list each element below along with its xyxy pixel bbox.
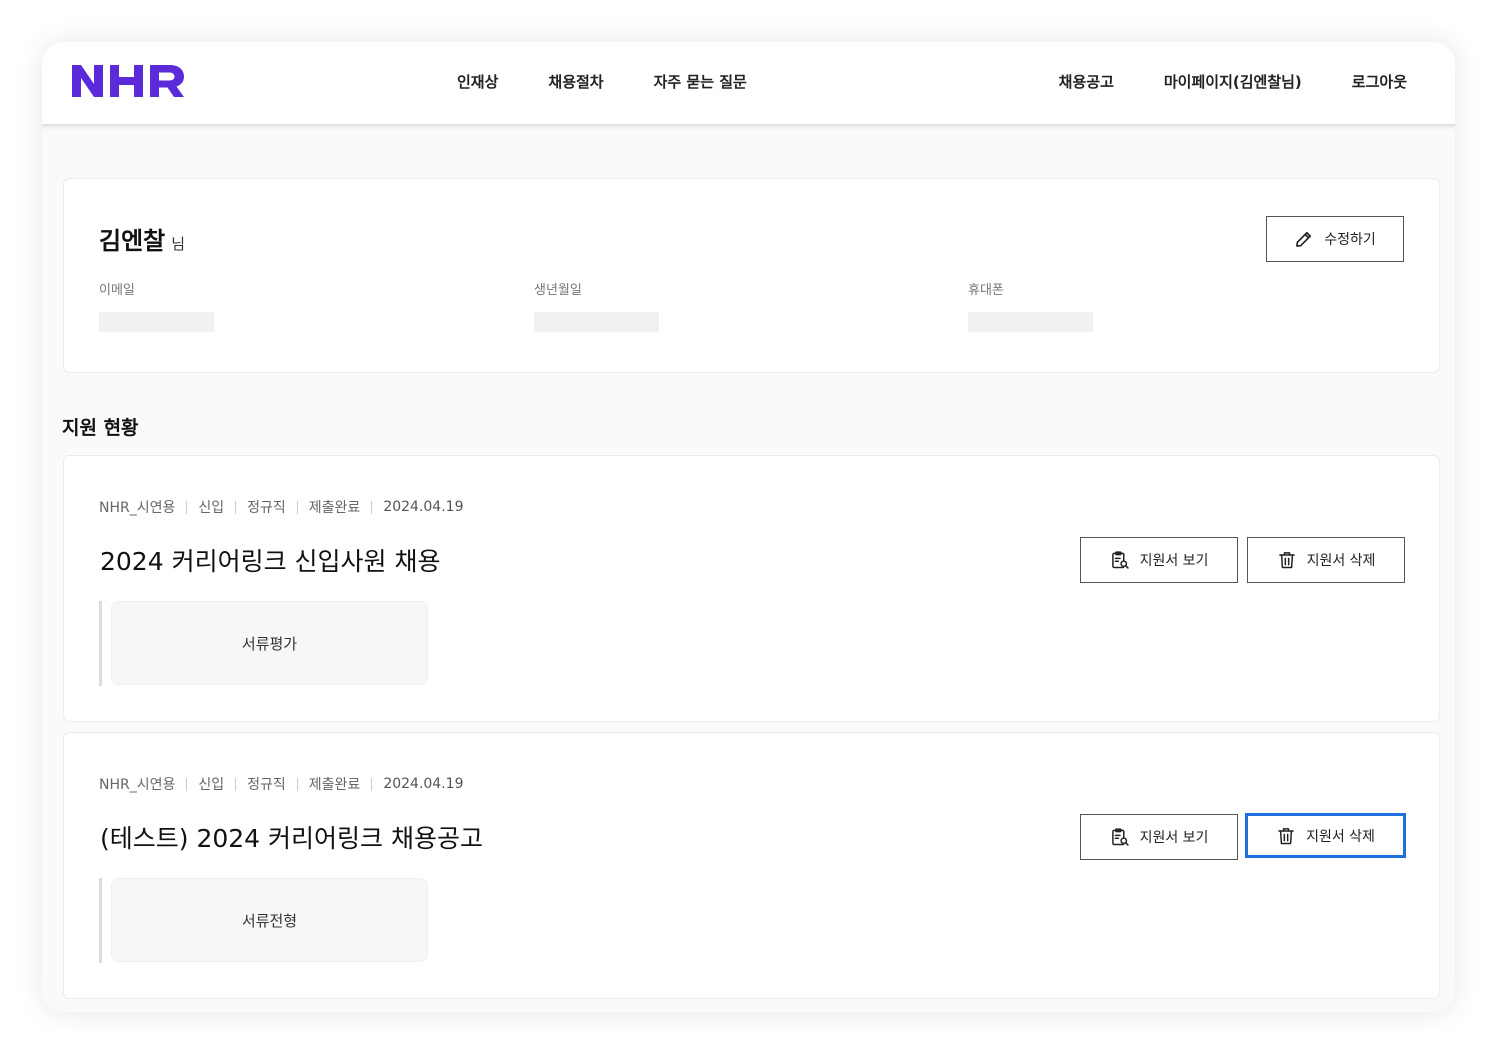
nav-jobs[interactable]: 채용공고	[1059, 71, 1114, 92]
delete-application-label: 지원서 삭제	[1306, 828, 1375, 845]
application-card: NHR_시연용 신입 정규직 제출완료 2024.04.19 (테스트) 202…	[63, 732, 1440, 999]
application-meta: NHR_시연용 신입 정규직 제출완료 2024.04.19	[99, 497, 463, 517]
delete-application-button[interactable]: 지원서 삭제	[1245, 813, 1406, 858]
meta-divider	[296, 777, 298, 791]
meta-divider	[371, 500, 373, 514]
stage-timeline-line	[99, 601, 102, 686]
browser-window: 인재상 채용절차 자주 묻는 질문 채용공고 마이페이지(김엔찰님) 로그아웃 …	[42, 42, 1455, 1012]
applications-section-title: 지원 현황	[62, 417, 139, 439]
meta-divider	[186, 777, 188, 791]
profile-card: 김엔찰 님 수정하기 이메일 생년월일 휴대폰	[63, 178, 1440, 373]
trash-icon	[1278, 552, 1295, 569]
meta-divider	[235, 777, 237, 791]
meta-divider	[371, 777, 373, 791]
clipboard-search-icon	[1111, 551, 1129, 569]
main-nav: 인재상 채용절차 자주 묻는 질문	[457, 42, 747, 120]
application-meta: NHR_시연용 신입 정규직 제출완료 2024.04.19	[99, 774, 463, 794]
stage-box: 서류평가	[111, 601, 428, 685]
application-career: 신입	[198, 500, 225, 516]
stage-timeline-line	[99, 878, 102, 963]
nav-mypage[interactable]: 마이페이지(김엔찰님)	[1164, 71, 1302, 92]
meta-divider	[186, 500, 188, 514]
clipboard-search-icon	[1111, 828, 1129, 846]
user-name-heading: 김엔찰 님	[99, 221, 185, 256]
nav-faq[interactable]: 자주 묻는 질문	[654, 71, 747, 92]
phone-value	[968, 312, 1093, 332]
trash-icon	[1278, 827, 1294, 844]
site-header: 인재상 채용절차 자주 묻는 질문 채용공고 마이페이지(김엔찰님) 로그아웃	[42, 42, 1455, 126]
application-employment: 정규직	[247, 500, 286, 516]
application-status: 제출완료	[308, 777, 361, 793]
nav-talent[interactable]: 인재상	[457, 71, 498, 92]
application-company: NHR_시연용	[99, 777, 176, 793]
application-date: 2024.04.19	[383, 499, 464, 515]
phone-label: 휴대폰	[968, 283, 1004, 298]
email-label: 이메일	[99, 283, 135, 298]
nav-process[interactable]: 채용절차	[548, 71, 603, 92]
user-name-suffix: 님	[171, 235, 186, 253]
stage-box: 서류전형	[111, 878, 428, 962]
view-application-button[interactable]: 지원서 보기	[1080, 537, 1238, 583]
delete-application-label: 지원서 삭제	[1306, 553, 1376, 569]
application-card: NHR_시연용 신입 정규직 제출완료 2024.04.19 2024 커리어링…	[63, 455, 1440, 722]
email-value	[99, 312, 214, 332]
nhr-logo[interactable]	[72, 62, 186, 100]
meta-divider	[235, 500, 237, 514]
pencil-icon	[1296, 231, 1312, 247]
application-title[interactable]: (테스트) 2024 커리어링크 채용공고	[100, 819, 483, 855]
user-name: 김엔찰	[99, 227, 166, 255]
application-employment: 정규직	[247, 777, 286, 793]
delete-application-button[interactable]: 지원서 삭제	[1247, 537, 1405, 583]
application-company: NHR_시연용	[99, 500, 176, 516]
user-nav: 채용공고 마이페이지(김엔찰님) 로그아웃	[1059, 42, 1407, 120]
edit-profile-label: 수정하기	[1324, 232, 1376, 248]
application-status: 제출완료	[308, 500, 361, 516]
view-application-button[interactable]: 지원서 보기	[1080, 814, 1238, 860]
application-date: 2024.04.19	[383, 776, 464, 792]
view-application-label: 지원서 보기	[1139, 830, 1209, 846]
edit-profile-button[interactable]: 수정하기	[1266, 216, 1404, 262]
nav-logout[interactable]: 로그아웃	[1352, 71, 1407, 92]
birthdate-label: 생년월일	[534, 283, 582, 298]
application-title[interactable]: 2024 커리어링크 신입사원 채용	[100, 542, 440, 578]
meta-divider	[296, 500, 298, 514]
view-application-label: 지원서 보기	[1139, 553, 1209, 569]
application-career: 신입	[198, 777, 225, 793]
birthdate-value	[534, 312, 659, 332]
